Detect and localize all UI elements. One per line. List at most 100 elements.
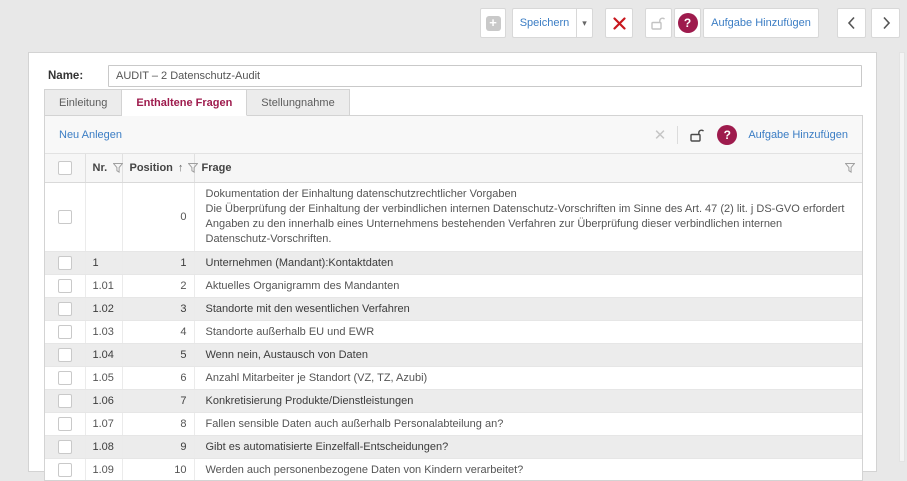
delete-button[interactable]	[605, 8, 633, 38]
row-checkbox[interactable]	[57, 347, 72, 362]
row-checkbox[interactable]	[57, 462, 72, 477]
column-label: Nr.	[92, 161, 108, 174]
next-button[interactable]	[871, 8, 900, 38]
column-header-frage[interactable]: Frage	[193, 154, 862, 183]
add-plus-icon: +	[485, 15, 501, 31]
position-cell: 5	[121, 343, 194, 367]
top-toolbar: + Speichern ▾ ? Aufgabe Hinzufügen	[480, 8, 900, 38]
nr-cell: 1	[84, 251, 122, 275]
add-new-button[interactable]: +	[480, 8, 506, 38]
frage-cell: Dokumentation der Einhaltung datenschutz…	[193, 182, 862, 252]
table-row[interactable]: 1 1 Unternehmen (Mandant):Kontaktdaten	[45, 251, 862, 275]
table-row[interactable]: 1.05 6 Anzahl Mitarbeiter je Standort (V…	[45, 366, 862, 390]
tab-bar: Einleitung Enthaltene Fragen Stellungnah…	[44, 89, 350, 116]
audit-detail-card: Name: Einleitung Enthaltene Fragen Stell…	[28, 52, 877, 481]
row-checkbox[interactable]	[57, 324, 72, 339]
frage-cell: Anzahl Mitarbeiter je Standort (VZ, TZ, …	[193, 366, 862, 390]
name-row: Name:	[48, 65, 862, 87]
position-cell: 4	[121, 320, 194, 344]
tab-stellungnahme[interactable]: Stellungnahme	[247, 89, 350, 116]
close-icon	[612, 16, 626, 30]
position-cell: 2	[121, 274, 194, 298]
table-header-row: Nr. Position ↑ Frage	[45, 154, 862, 183]
frage-cell: Fallen sensible Daten auch außerhalb Per…	[193, 412, 862, 436]
chevron-left-icon	[847, 16, 855, 30]
nr-cell: 1.04	[84, 343, 122, 367]
frage-cell: Standorte außerhalb EU und EWR	[193, 320, 862, 344]
row-checkbox[interactable]	[57, 439, 72, 454]
select-all-checkbox[interactable]	[57, 160, 72, 175]
name-input[interactable]	[108, 65, 862, 87]
row-checkbox[interactable]	[57, 370, 72, 385]
unlock-icon	[651, 17, 666, 30]
table-row[interactable]: 1.01 2 Aktuelles Organigramm des Mandant…	[45, 274, 862, 298]
tab-einleitung[interactable]: Einleitung	[44, 89, 123, 116]
vertical-scrollbar[interactable]	[899, 52, 905, 462]
frage-cell: Aktuelles Organigramm des Mandanten	[193, 274, 862, 298]
row-checkbox[interactable]	[57, 278, 72, 293]
save-button[interactable]: Speichern	[512, 8, 576, 38]
question-title: Dokumentation der Einhaltung datenschutz…	[205, 187, 517, 200]
frage-cell: Konkretisierung Produkte/Dienstleistunge…	[193, 389, 862, 413]
clear-icon[interactable]: ✕	[654, 126, 667, 144]
table-row[interactable]: 1.09 10 Werden auch personenbezogene Dat…	[45, 458, 862, 480]
save-dropdown-button[interactable]: ▾	[576, 8, 593, 38]
position-cell: 0	[121, 182, 194, 252]
nr-cell: 1.01	[84, 274, 122, 298]
column-label: Frage	[201, 161, 232, 174]
questions-table: Nr. Position ↑ Frage 0 Dokumentation der…	[45, 154, 862, 480]
table-row[interactable]: 0 Dokumentation der Einhaltung datenschu…	[45, 182, 862, 252]
help-icon: ?	[677, 13, 698, 33]
nr-cell: 1.03	[84, 320, 122, 344]
table-row[interactable]: 1.03 4 Standorte außerhalb EU und EWR	[45, 320, 862, 344]
row-checkbox[interactable]	[57, 416, 72, 431]
chevron-down-icon: ▾	[582, 17, 587, 28]
position-cell: 3	[121, 297, 194, 321]
table-row[interactable]: 1.04 5 Wenn nein, Austausch von Daten	[45, 343, 862, 367]
sort-ascending-icon[interactable]: ↑	[178, 162, 184, 174]
add-task-link[interactable]: Aufgabe Hinzufügen	[748, 129, 848, 141]
table-row[interactable]: 1.02 3 Standorte mit den wesentlichen Ve…	[45, 297, 862, 321]
frage-cell: Gibt es automatisierte Einzelfall-Entsch…	[193, 435, 862, 459]
column-header-position[interactable]: Position ↑	[121, 154, 199, 183]
nr-cell: 1.08	[84, 435, 122, 459]
position-cell: 6	[121, 366, 194, 390]
table-row[interactable]: 1.06 7 Konkretisierung Produkte/Dienstle…	[45, 389, 862, 413]
create-new-link[interactable]: Neu Anlegen	[59, 129, 122, 141]
chevron-right-icon	[882, 16, 890, 30]
name-label: Name:	[48, 70, 84, 82]
unlock-button[interactable]	[645, 8, 672, 38]
column-header-nr[interactable]: Nr.	[84, 154, 124, 183]
unlock-icon[interactable]	[689, 127, 706, 143]
table-row[interactable]: 1.07 8 Fallen sensible Daten auch außerh…	[45, 412, 862, 436]
frage-cell: Standorte mit den wesentlichen Verfahren	[193, 297, 862, 321]
position-cell: 9	[121, 435, 194, 459]
position-cell: 10	[121, 458, 194, 480]
previous-button[interactable]	[837, 8, 866, 38]
filter-icon[interactable]	[845, 162, 855, 173]
add-task-button[interactable]: Aufgabe Hinzufügen	[703, 8, 819, 38]
position-cell: 1	[121, 251, 194, 275]
tab-enthaltene-fragen[interactable]: Enthaltene Fragen	[122, 89, 248, 116]
table-row[interactable]: 1.08 9 Gibt es automatisierte Einzelfall…	[45, 435, 862, 459]
row-checkbox[interactable]	[57, 255, 72, 270]
select-all-header	[45, 154, 85, 183]
divider	[677, 125, 679, 144]
filter-icon[interactable]	[188, 162, 199, 173]
frage-cell: Werden auch personenbezogene Daten von K…	[193, 458, 862, 480]
nr-cell: 1.09	[84, 458, 122, 480]
nr-cell	[84, 182, 122, 252]
position-cell: 7	[121, 389, 194, 413]
help-icon[interactable]: ?	[717, 124, 738, 145]
nr-cell: 1.02	[84, 297, 122, 321]
row-checkbox[interactable]	[57, 301, 72, 316]
row-checkbox[interactable]	[57, 209, 72, 224]
grid-toolbar: Neu Anlegen ✕ ? Aufgabe Hinzufügen	[45, 116, 862, 154]
frage-cell: Unternehmen (Mandant):Kontaktdaten	[193, 251, 862, 275]
question-body: Die Überprüfung der Einhaltung der verbi…	[205, 202, 845, 245]
nr-cell: 1.07	[84, 412, 122, 436]
frage-cell: Wenn nein, Austausch von Daten	[193, 343, 862, 367]
filter-icon[interactable]	[113, 162, 124, 173]
row-checkbox[interactable]	[57, 393, 72, 408]
help-button[interactable]: ?	[674, 8, 701, 38]
